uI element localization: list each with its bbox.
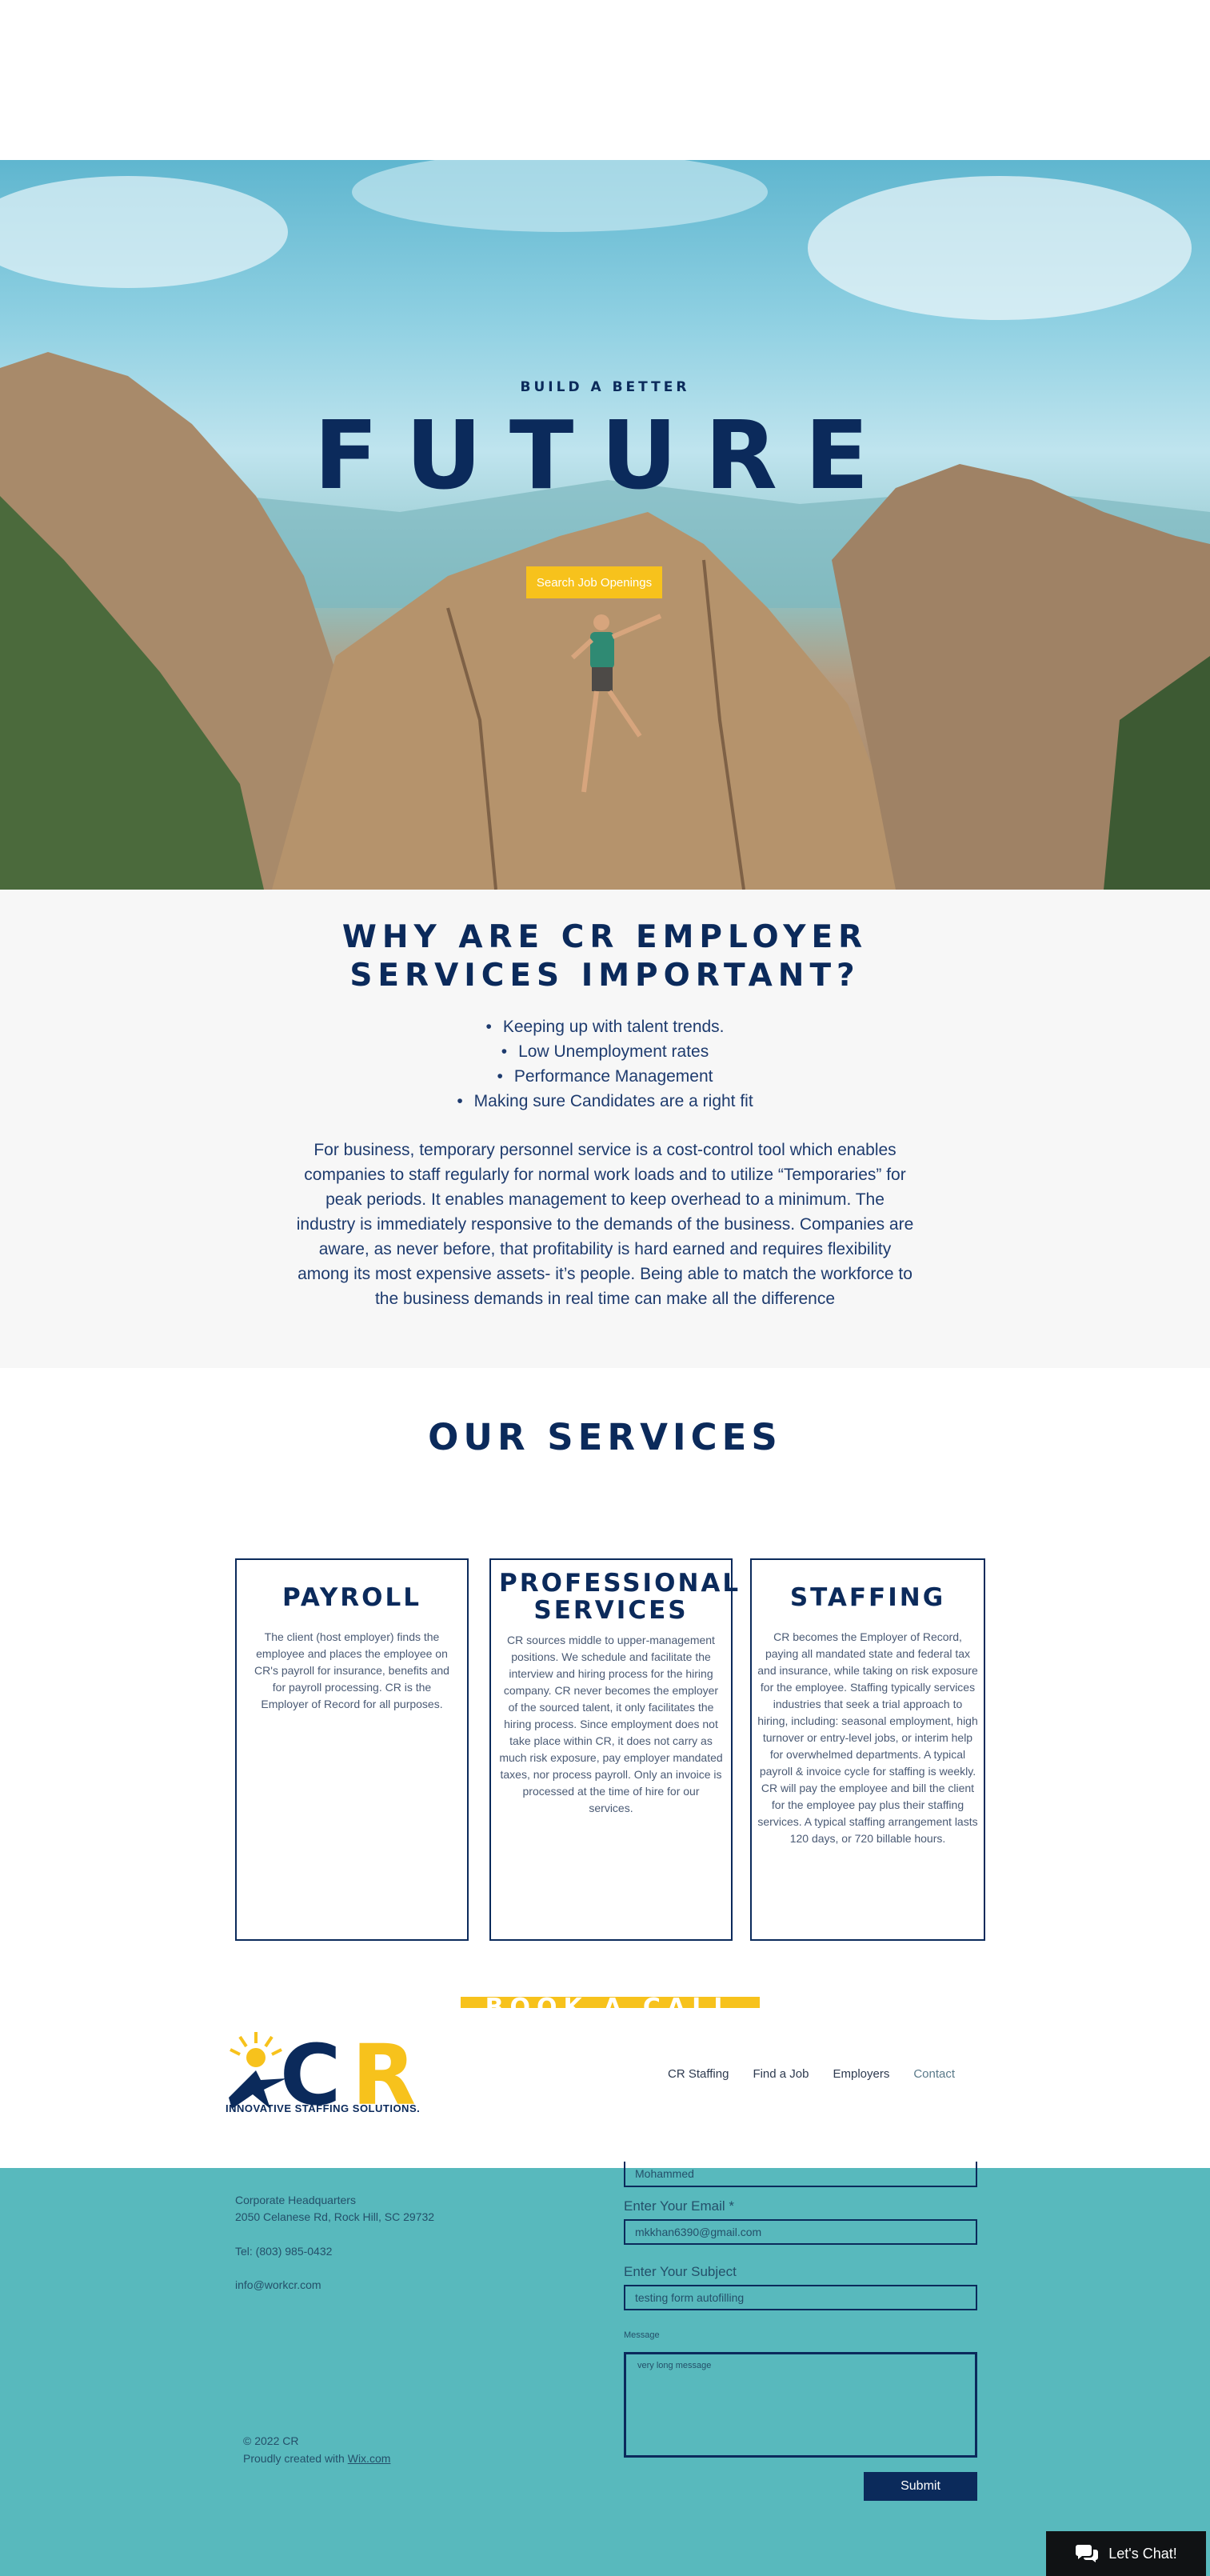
nav-item-cr-staffing[interactable]: CR Staffing [668,2067,729,2081]
list-item: Low Unemployment rates [0,1039,1210,1064]
why-heading-line2: SERVICES IMPORTANT? [349,958,861,994]
mountain-climber-image [0,160,1210,890]
created-prefix: Proudly created with [243,2452,348,2465]
why-section: WHY ARE CR EMPLOYER SERVICES IMPORTANT? … [0,890,1210,1368]
staffing-card: STAFFING CR becomes the Employer of Reco… [750,1558,985,1941]
subject-label: Enter Your Subject [624,2264,737,2279]
list-item: Making sure Candidates are a right fit [0,1089,1210,1114]
list-item: Keeping up with talent trends. [0,1014,1210,1039]
hero-kicker: BUILD A BETTER [520,379,690,395]
phone-text: Tel: (803) 985-0432 [235,2245,333,2258]
chat-bubbles-icon [1076,2545,1099,2562]
hero-title: FUTURE [313,400,897,510]
card-title: PAYROLL [282,1583,422,1612]
card-text: The client (host employer) finds the emp… [254,1630,449,1710]
contact-section: Corporate Headquarters 2050 Celanese Rd,… [0,2162,1210,2576]
email-link[interactable]: info@workcr.com [235,2277,321,2294]
why-bullet-list: Keeping up with talent trends. Low Unemp… [0,1014,1210,1114]
logo-tagline: INNOVATIVE STAFFING SOLUTIONS. [226,2102,421,2114]
hero-section: BUILD A BETTER FUTURE Search Job Opening… [0,160,1210,890]
book-a-call-button[interactable]: BOOK A CALL [461,1997,760,2008]
why-paragraph: For business, temporary personnel servic… [296,1141,914,1308]
card-text: CR becomes the Employer of Record, payin… [757,1630,978,1845]
name-field[interactable]: Mohammed [624,2162,977,2187]
payroll-card: PAYROLL The client (host employer) finds… [235,1558,469,1941]
why-heading-line1: WHY ARE CR EMPLOYER [341,919,869,955]
card-text: CR sources middle to upper-management po… [499,1634,723,1814]
address-text: 2050 Celanese Rd, Rock Hill, SC 29732 [235,2210,435,2223]
copyright-text: © 2022 CR [243,2434,299,2447]
professional-services-card: PROFESSIONAL SERVICES CR sources middle … [489,1558,741,1941]
message-label: Message [624,2330,660,2340]
list-item: Performance Management [0,1064,1210,1089]
chat-label: Let's Chat! [1108,2545,1177,2562]
search-job-openings-button[interactable]: Search Job Openings [526,566,662,598]
nav-item-employers[interactable]: Employers [833,2067,889,2081]
hq-label: Corporate Headquarters [235,2194,356,2206]
email-label: Enter Your Email * [624,2198,734,2214]
address-block: Corporate Headquarters 2050 Celanese Rd,… [235,2192,434,2226]
card-title: STAFFING [789,1583,946,1612]
book-a-call-label: BOOK A CALL [461,1997,760,2008]
nav-item-find-a-job[interactable]: Find a Job [753,2067,809,2081]
created-with: Proudly created with Wix.com [243,2450,390,2467]
footer-copyright: © 2022 CR Proudly created with Wix.com [243,2432,390,2467]
site-header: C R INNOVATIVE STAFFING SOLUTIONS. CR St… [0,2008,1210,2168]
wix-link[interactable]: Wix.com [348,2452,391,2465]
main-nav: CR Staffing Find a Job Employers Contact [668,2067,955,2081]
card-title: PROFESSIONAL SERVICES [499,1569,741,1625]
subject-field[interactable]: testing form autofilling [624,2285,977,2310]
email-field[interactable]: mkkhan6390@gmail.com [624,2219,977,2245]
services-title: OUR SERVICES [428,1416,782,1458]
submit-button[interactable]: Submit [864,2472,977,2501]
nav-item-contact[interactable]: Contact [913,2067,955,2081]
lets-chat-button[interactable]: Let's Chat! [1046,2531,1206,2576]
why-heading: WHY ARE CR EMPLOYER SERVICES IMPORTANT? [0,918,1210,995]
message-textarea[interactable]: very long message [624,2352,977,2458]
